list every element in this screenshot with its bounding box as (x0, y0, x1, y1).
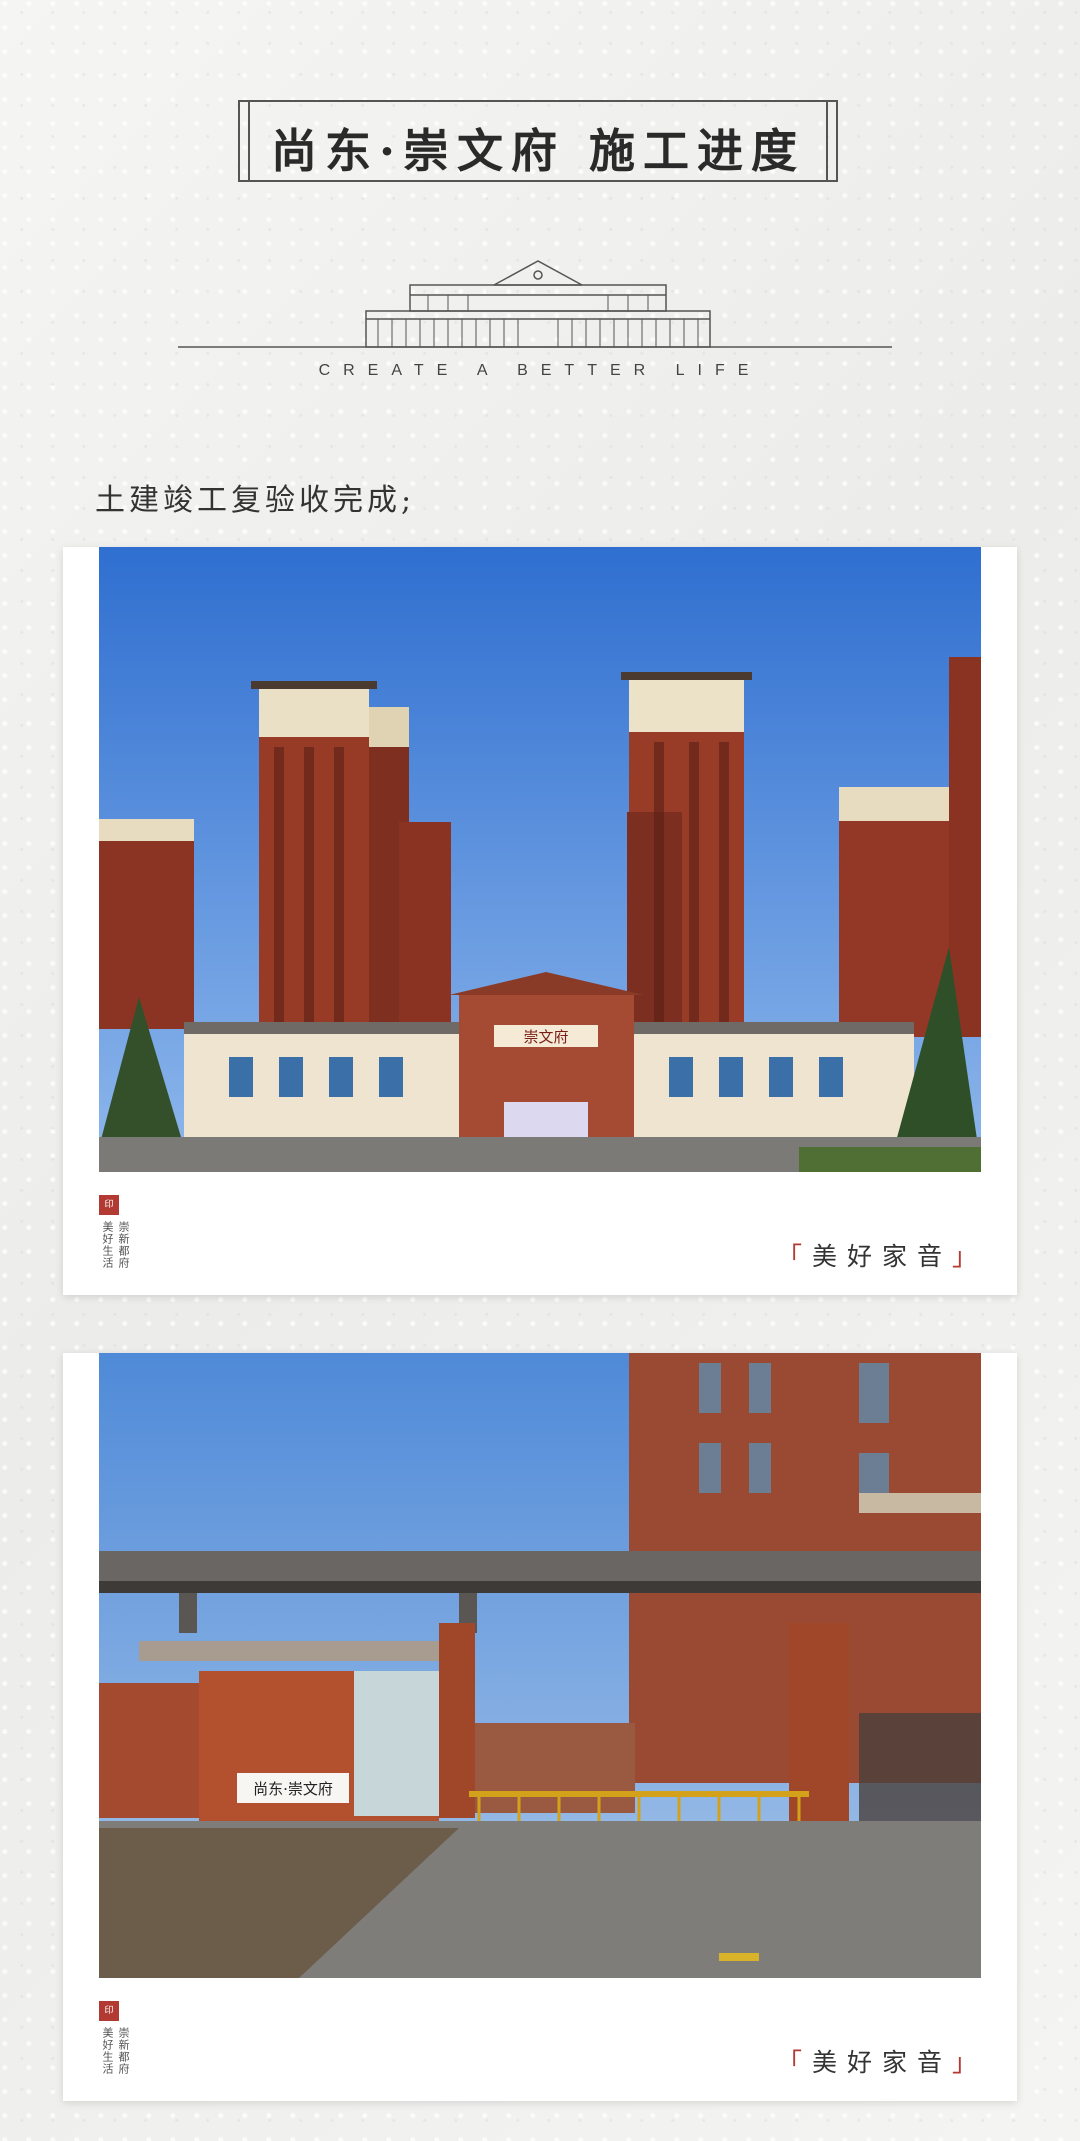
tagline: CREATE A BETTER LIFE (318, 362, 762, 379)
page-title: 尚东·崇文府 施工进度 (270, 124, 806, 178)
building-sign: 崇文府 (523, 1028, 568, 1046)
photo-towers[interactable]: 崇文府 (99, 547, 981, 1172)
photo-card: 尚东·崇文府 印 崇新都府 美好生活 「美好家音」 (63, 1353, 1017, 2101)
seal-side-text: 崇新都府 美好生活 (101, 1221, 130, 1269)
seal-stamp-icon: 印 (99, 2001, 119, 2021)
slogan-text: 美好家音 (811, 2048, 952, 2077)
progress-caption: 土建竣工复验收完成; (95, 483, 416, 518)
slogan: 「美好家音」 (777, 1237, 987, 1273)
seal-side-text: 崇新都府 美好生活 (101, 2027, 130, 2075)
brand-seal: 印 崇新都府 美好生活 (99, 2001, 133, 2101)
gate-photo-image: 尚东·崇文府 (99, 1353, 981, 1978)
slogan-open-bracket: 「 (776, 2048, 812, 2077)
slogan-close-bracket: 」 (951, 2048, 987, 2077)
gate-sign: 尚东·崇文府 (253, 1780, 333, 1798)
slogan-close-bracket: 」 (951, 1242, 987, 1271)
title-frame: 尚东·崇文府 施工进度 (238, 100, 838, 182)
slogan-open-bracket: 「 (776, 1242, 812, 1271)
brand-seal: 印 崇新都府 美好生活 (99, 1195, 133, 1295)
photo-gate[interactable]: 尚东·崇文府 (99, 1353, 981, 1978)
towers-photo-image: 崇文府 (99, 547, 981, 1172)
photo-card: 崇文府 印 崇新都府 美好生活 「美好家音」 (63, 547, 1017, 1295)
seal-stamp-icon: 印 (99, 1195, 119, 1215)
slogan: 「美好家音」 (777, 2043, 987, 2079)
building-line-art-icon (178, 260, 892, 348)
slogan-text: 美好家音 (811, 1242, 952, 1271)
